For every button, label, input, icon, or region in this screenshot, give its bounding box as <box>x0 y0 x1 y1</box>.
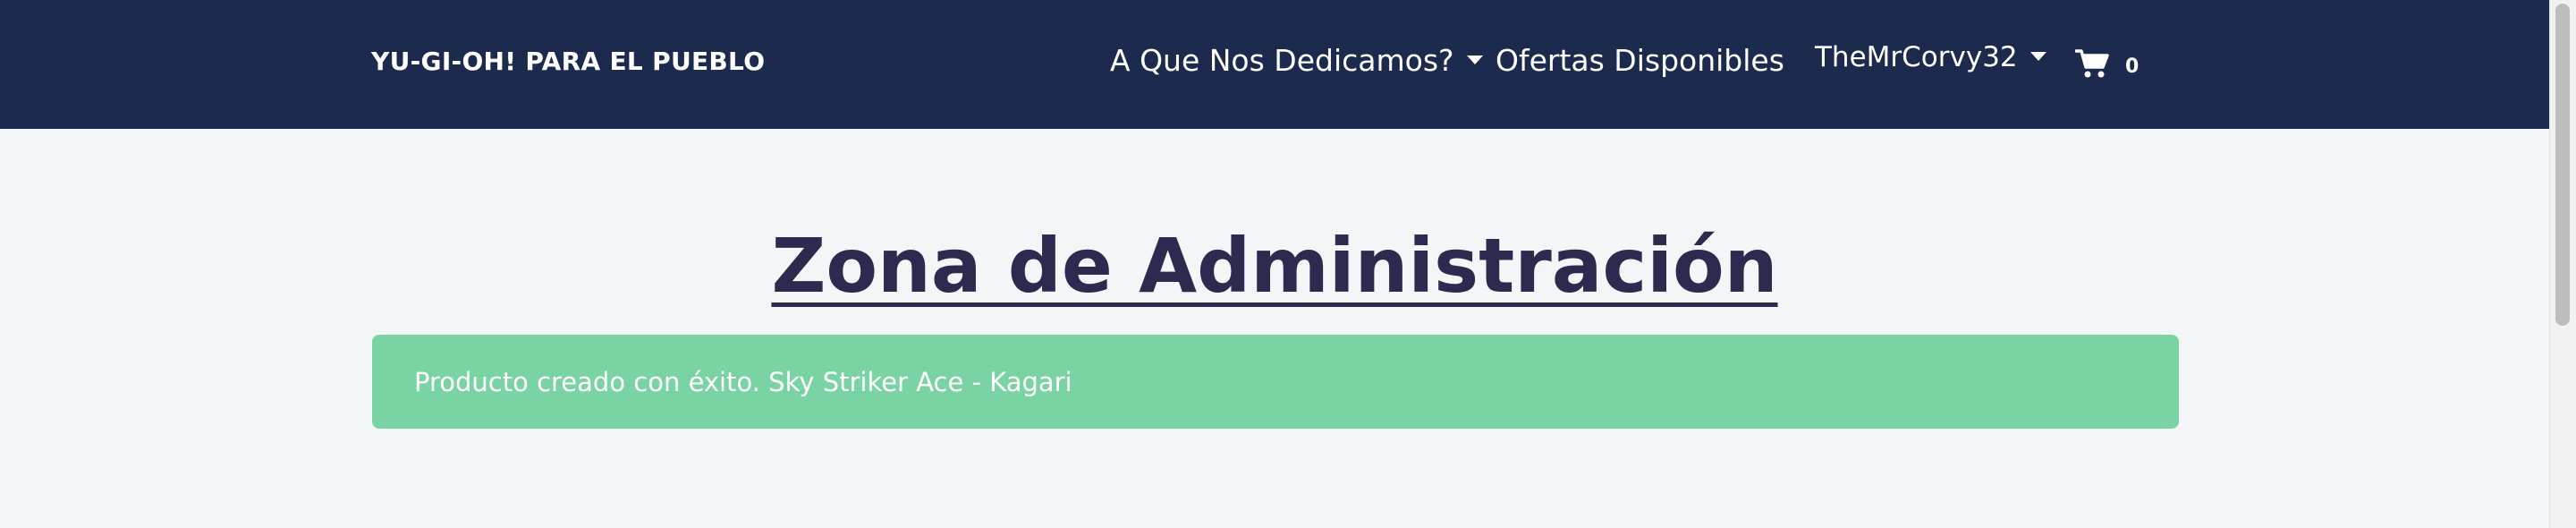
navbar: YU-GI-OH! PARA EL PUEBLO A Que Nos Dedic… <box>0 0 2549 129</box>
nav-dedicamos-label: A Que Nos Dedicamos? <box>1110 43 1454 78</box>
brand-link[interactable]: YU-GI-OH! PARA EL PUEBLO <box>371 47 765 76</box>
nav-dropdown-user[interactable]: TheMrCorvy32 <box>1815 41 2046 73</box>
page-title: Zona de Administración <box>771 222 1778 310</box>
nav-ofertas-label: Ofertas Disponibles <box>1496 43 1784 78</box>
alert-message: Producto creado con éxito. Sky Striker A… <box>414 367 1072 397</box>
cart-button[interactable]: 0 <box>2075 48 2139 79</box>
caret-down-icon <box>2029 51 2046 61</box>
nav-link-ofertas[interactable]: Ofertas Disponibles <box>1496 43 1784 78</box>
nav-dropdown-dedicamos[interactable]: A Que Nos Dedicamos? <box>1110 43 1483 78</box>
cart-icon <box>2075 48 2109 79</box>
success-alert: Producto creado con éxito. Sky Striker A… <box>372 335 2179 429</box>
username-label: TheMrCorvy32 <box>1815 41 2018 73</box>
caret-down-icon <box>1466 55 1483 64</box>
vertical-scrollbar[interactable] <box>2549 0 2576 528</box>
cart-count-badge: 0 <box>2125 55 2140 78</box>
scrollbar-thumb[interactable] <box>2555 4 2570 326</box>
